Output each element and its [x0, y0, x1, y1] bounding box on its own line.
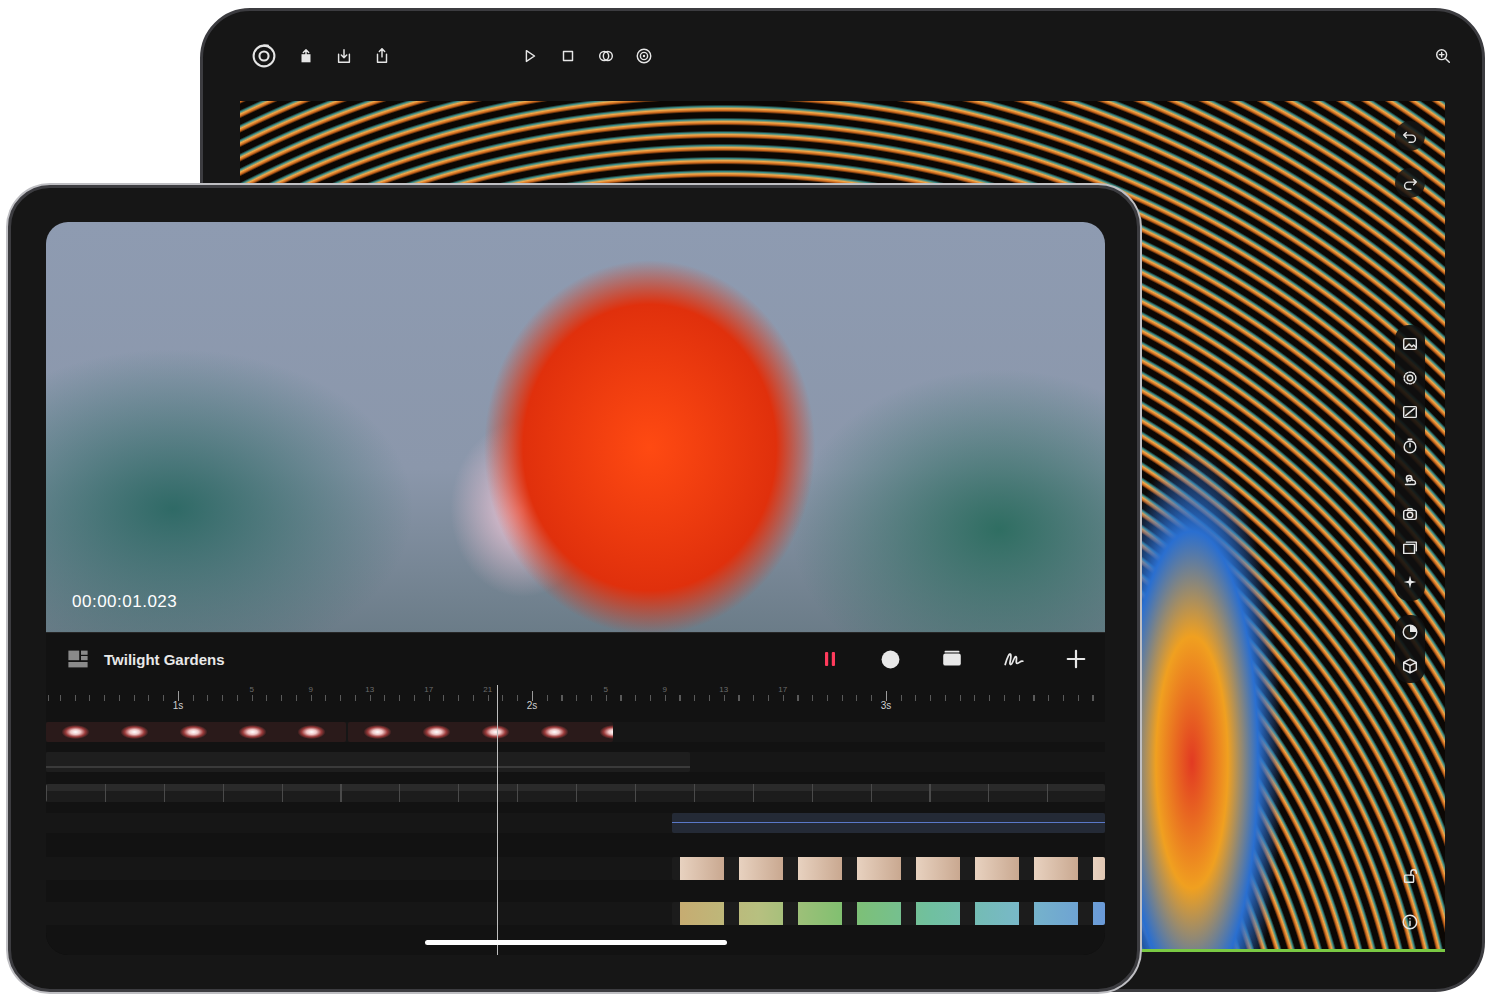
second-label: 1s	[173, 700, 184, 711]
redo-button[interactable]	[1395, 168, 1425, 198]
time-ruler[interactable]: 1s 2s 3s 5 9 13 17 21 5 9 13 17	[46, 685, 1105, 717]
front-ipad: 00:00:01.023 Twilight Gardens 1s 2s 3s 5 9 13 17…	[8, 185, 1140, 992]
track-row[interactable]	[46, 813, 1105, 833]
gallery-icon[interactable]	[1401, 539, 1419, 557]
track-clip[interactable]	[672, 857, 1105, 880]
draw-icon[interactable]	[1003, 648, 1025, 670]
undo-icon[interactable]	[1401, 127, 1419, 145]
view-tools	[1434, 47, 1452, 65]
share-icon[interactable]	[373, 47, 391, 65]
stop-icon[interactable]	[559, 47, 577, 65]
timeline[interactable]: 1s 2s 3s 5 9 13 17 21 5 9 13 17	[46, 685, 1105, 955]
track-row[interactable]	[46, 752, 1105, 772]
sparkle-icon[interactable]	[1401, 573, 1419, 591]
home-indicator	[425, 940, 727, 945]
toggle-icon[interactable]	[597, 47, 615, 65]
bottom-tools	[1401, 867, 1419, 931]
frame-label: 17	[778, 685, 787, 694]
tool-palette-2	[1395, 615, 1425, 683]
layers-icon[interactable]	[941, 648, 963, 670]
tool-palette	[1395, 325, 1425, 601]
second-label: 2s	[527, 700, 538, 711]
info-icon[interactable]	[1401, 913, 1419, 931]
frame-label: 5	[604, 685, 608, 694]
zoom-icon[interactable]	[1434, 47, 1452, 65]
second-tick	[532, 691, 533, 701]
panels-icon[interactable]	[66, 647, 90, 671]
image-icon[interactable]	[1401, 335, 1419, 353]
frame-label: 9	[309, 685, 313, 694]
dial-icon[interactable]	[1401, 623, 1419, 641]
playhead[interactable]	[497, 685, 498, 955]
redo-icon[interactable]	[1401, 174, 1419, 192]
track-row[interactable]	[46, 722, 1105, 742]
timecode: 00:00:01.023	[72, 592, 177, 612]
file-tools	[251, 43, 391, 69]
track-clip[interactable]	[46, 722, 346, 742]
timeline-header: Twilight Gardens	[46, 633, 1105, 685]
playback-tools	[521, 47, 653, 65]
track-row[interactable]	[46, 857, 1105, 880]
second-tick	[178, 691, 179, 701]
second-tick	[886, 691, 887, 701]
plus-icon[interactable]	[1065, 648, 1087, 670]
track-row[interactable]	[46, 902, 1105, 925]
target-icon[interactable]	[635, 47, 653, 65]
upload-icon[interactable]	[297, 47, 315, 65]
animation-frame: 00:00:01.023	[46, 222, 1105, 632]
track-clip[interactable]	[348, 722, 613, 742]
project-title: Twilight Gardens	[104, 651, 225, 668]
camera-icon[interactable]	[1401, 505, 1419, 523]
cube-icon[interactable]	[1401, 657, 1419, 675]
reload-icon[interactable]	[251, 43, 277, 69]
weather-icon[interactable]	[1401, 471, 1419, 489]
frame-label: 17	[424, 685, 433, 694]
track-clip[interactable]	[672, 813, 1105, 833]
front-screen: 00:00:01.023 Twilight Gardens 1s 2s 3s 5 9 13 17…	[46, 222, 1105, 955]
track-clip[interactable]	[46, 784, 1105, 802]
timer-icon[interactable]	[1401, 437, 1419, 455]
undo-button[interactable]	[1395, 121, 1425, 151]
second-label: 3s	[881, 700, 892, 711]
frame-label: 13	[365, 685, 374, 694]
track-clip[interactable]	[46, 752, 690, 772]
photo-icon[interactable]	[1401, 403, 1419, 421]
track-clip[interactable]	[672, 902, 1105, 925]
unlocked-icon[interactable]	[1401, 867, 1419, 885]
track-row[interactable]	[46, 784, 1105, 802]
frame-label: 9	[663, 685, 667, 694]
pause-icon[interactable]	[820, 649, 840, 669]
download-icon[interactable]	[335, 47, 353, 65]
frame-label: 21	[483, 685, 492, 694]
frame-label: 5	[250, 685, 254, 694]
side-tools	[1393, 101, 1427, 949]
play-icon[interactable]	[521, 47, 539, 65]
frame-label: 13	[719, 685, 728, 694]
timeline-controls	[820, 648, 1087, 670]
gear-icon[interactable]	[1401, 369, 1419, 387]
toolbar	[203, 11, 1482, 101]
record-icon[interactable]	[880, 649, 901, 670]
track-list	[46, 717, 1105, 925]
timeline-panel: Twilight Gardens 1s 2s 3s 5 9 13 17 21 5 9 13 17	[46, 632, 1105, 955]
